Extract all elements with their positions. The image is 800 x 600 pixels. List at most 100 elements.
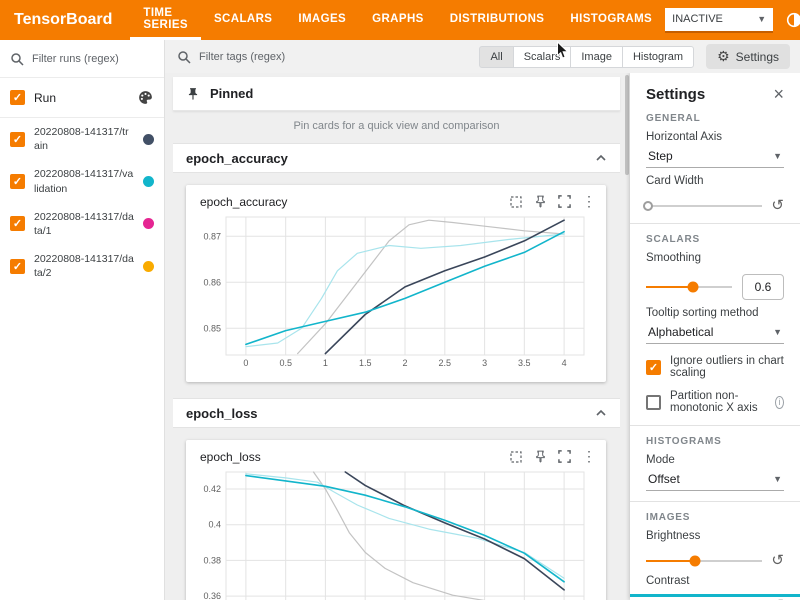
tooltip-sorting-value: Alphabetical: [648, 325, 713, 339]
tag-toolbar: Filter tags (regex) All Scalars Image Hi…: [165, 40, 800, 73]
svg-text:1.5: 1.5: [359, 358, 372, 368]
collapse-icon[interactable]: [595, 152, 607, 164]
tag-type-filter-group: All Scalars Image Histogram: [479, 46, 694, 68]
chevron-down-icon: ▼: [773, 327, 782, 337]
tab-distributions[interactable]: DISTRIBUTIONS: [437, 0, 558, 40]
filter-all-button[interactable]: All: [479, 46, 513, 68]
runs-header-row: Run: [0, 78, 164, 118]
histogram-mode-value: Offset: [648, 472, 680, 486]
tab-images[interactable]: IMAGES: [285, 0, 359, 40]
section-epoch-loss[interactable]: epoch_loss: [173, 398, 620, 428]
run-item-validation[interactable]: 20220808-141317/validation: [0, 160, 164, 202]
runs-sidebar: Filter runs (regex) Run 20220808-141317/…: [0, 40, 165, 600]
horizontal-axis-value: Step: [648, 149, 673, 163]
cards-area: Pinned Pin cards for a quick view and co…: [165, 73, 630, 600]
filter-histogram-button[interactable]: Histogram: [622, 46, 694, 68]
pin-icon[interactable]: [534, 195, 547, 208]
run-label: 20220808-141317/data/1: [34, 210, 134, 238]
horizontal-axis-select[interactable]: Step ▼: [646, 144, 784, 168]
slider-thumb[interactable]: [688, 282, 699, 293]
run-checkbox[interactable]: [10, 216, 25, 231]
fit-domain-icon[interactable]: [509, 195, 523, 209]
reset-icon[interactable]: ↺: [771, 553, 784, 568]
run-checkbox[interactable]: [10, 174, 25, 189]
smoothing-slider[interactable]: [646, 286, 732, 288]
theme-toggle-icon[interactable]: [784, 10, 800, 30]
settings-panel-header: Settings ×: [646, 84, 784, 105]
svg-text:0.42: 0.42: [203, 484, 221, 494]
slider-thumb[interactable]: [643, 201, 653, 211]
close-icon[interactable]: ×: [773, 84, 784, 105]
gear-icon: ⚙: [717, 48, 730, 65]
tag-filter-input[interactable]: Filter tags (regex): [177, 50, 479, 64]
tab-histograms[interactable]: HISTOGRAMS: [557, 0, 665, 40]
partition-x-row[interactable]: Partition non-monotonic X axis i: [646, 390, 784, 414]
info-icon[interactable]: i: [775, 396, 784, 409]
section-title: epoch_loss: [186, 406, 258, 421]
search-icon: [10, 52, 24, 66]
fit-domain-icon[interactable]: [509, 450, 523, 464]
more-options-icon[interactable]: ⋮: [582, 448, 596, 465]
settings-title: Settings: [646, 86, 705, 103]
section-epoch-accuracy[interactable]: epoch_accuracy: [173, 143, 620, 173]
run-checkbox[interactable]: [10, 259, 25, 274]
fullscreen-icon[interactable]: [558, 450, 571, 463]
svg-text:2.5: 2.5: [439, 358, 452, 368]
filter-image-button[interactable]: Image: [570, 46, 623, 68]
svg-text:0: 0: [243, 358, 248, 368]
ignore-outliers-row[interactable]: Ignore outliers in chart scaling: [646, 355, 784, 379]
status-label: INACTIVE: [672, 13, 723, 25]
smoothing-value-input[interactable]: 0.6: [742, 274, 784, 300]
run-item-data-2[interactable]: 20220808-141317/data/2: [0, 245, 164, 287]
run-item-data-1[interactable]: 20220808-141317/data/1: [0, 203, 164, 245]
partition-x-checkbox[interactable]: [646, 395, 661, 410]
select-all-runs-checkbox[interactable]: [10, 90, 25, 105]
tooltip-sorting-select[interactable]: Alphabetical ▼: [646, 320, 784, 344]
epoch-loss-chart[interactable]: 00.511.522.533.540.360.380.40.42: [186, 466, 606, 600]
run-color-dot: [143, 176, 154, 187]
fullscreen-icon[interactable]: [558, 195, 571, 208]
pinned-title: Pinned: [210, 86, 253, 101]
section-title: epoch_accuracy: [186, 151, 288, 166]
reset-icon[interactable]: ↺: [771, 198, 784, 213]
svg-text:0.86: 0.86: [203, 277, 221, 287]
svg-text:0.36: 0.36: [203, 591, 221, 600]
epoch-accuracy-chart[interactable]: 00.511.522.533.540.850.860.87: [186, 211, 606, 382]
run-item-train[interactable]: 20220808-141317/train: [0, 118, 164, 160]
svg-text:0.5: 0.5: [279, 358, 292, 368]
settings-button[interactable]: ⚙ Settings: [706, 44, 790, 69]
smoothing-row: 0.6: [646, 274, 784, 300]
run-color-dot: [143, 218, 154, 229]
ignore-outliers-label: Ignore outliers in chart scaling: [670, 355, 784, 379]
slider-fill: [646, 286, 693, 288]
divider: [630, 223, 800, 224]
run-color-dot: [143, 134, 154, 145]
run-checkbox[interactable]: [10, 132, 25, 147]
pin-icon[interactable]: [534, 450, 547, 463]
brightness-slider[interactable]: [646, 560, 762, 562]
tab-scalars[interactable]: SCALARS: [201, 0, 285, 40]
palette-icon[interactable]: [137, 89, 154, 106]
tab-graphs[interactable]: GRAPHS: [359, 0, 437, 40]
search-icon: [177, 50, 191, 64]
cards-column: Pinned Pin cards for a quick view and co…: [173, 77, 620, 600]
card-width-slider[interactable]: [646, 205, 762, 207]
histogram-mode-select[interactable]: Offset ▼: [646, 467, 784, 491]
card-actions: ⋮: [509, 193, 596, 210]
reload-mode-select[interactable]: INACTIVE ▼: [665, 8, 773, 33]
filter-scalars-button[interactable]: Scalars: [513, 46, 572, 68]
settings-panel: Settings × GENERAL Horizontal Axis Step …: [630, 73, 800, 600]
runs-filter-input[interactable]: Filter runs (regex): [0, 40, 164, 78]
chevron-down-icon: ▼: [773, 474, 782, 484]
more-options-icon[interactable]: ⋮: [582, 193, 596, 210]
brightness-label: Brightness: [646, 530, 784, 542]
slider-fill: [646, 560, 695, 562]
tab-time-series[interactable]: TIME SERIES: [130, 0, 201, 40]
slider-thumb[interactable]: [689, 555, 700, 566]
main-scrollbar[interactable]: [625, 75, 629, 175]
svg-text:0.4: 0.4: [208, 520, 221, 530]
ignore-outliers-checkbox[interactable]: [646, 360, 661, 375]
histograms-heading: HISTOGRAMS: [646, 436, 784, 447]
svg-text:0.87: 0.87: [203, 231, 221, 241]
collapse-icon[interactable]: [595, 407, 607, 419]
